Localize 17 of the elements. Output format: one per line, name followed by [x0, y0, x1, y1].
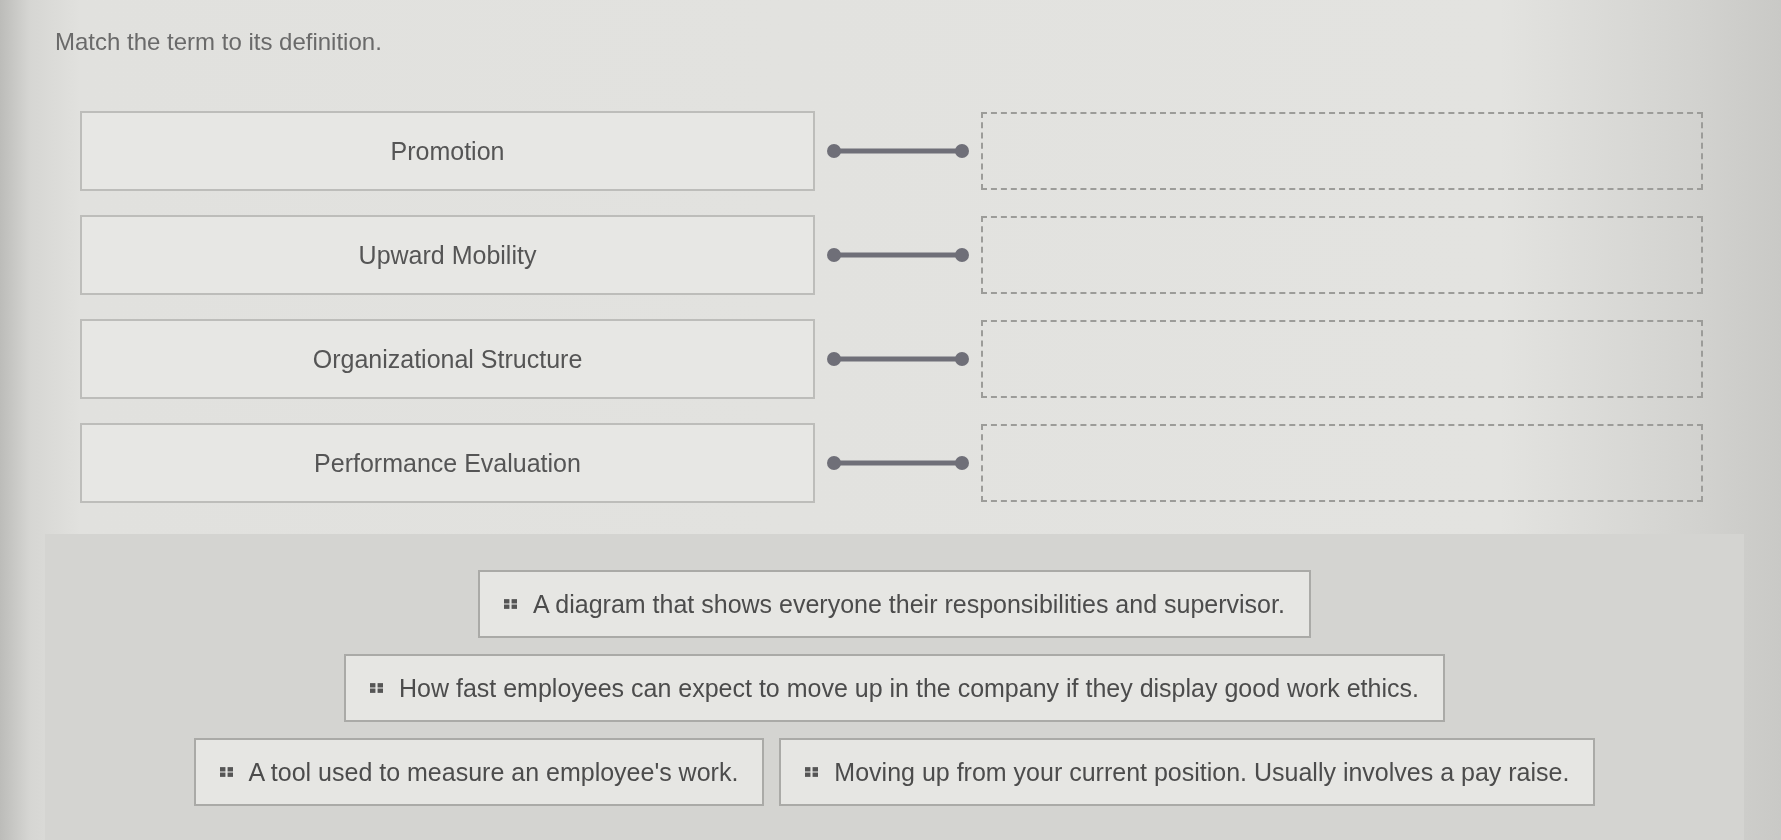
drag-handle-icon [805, 767, 819, 777]
drag-handle-icon [219, 767, 233, 777]
term-card: Performance Evaluation [80, 423, 815, 503]
drag-handle-icon [504, 599, 518, 609]
definition-chip[interactable]: A diagram that shows everyone their responsibilities and supervisor. [478, 570, 1311, 638]
drop-zone[interactable] [981, 112, 1703, 190]
drop-zone[interactable] [981, 424, 1703, 502]
drop-zone[interactable] [981, 320, 1703, 398]
drag-handle-icon [370, 683, 383, 693]
term-card: Upward Mobility [80, 215, 815, 295]
term-card: Organizational Structure [80, 319, 815, 399]
term-card: Promotion [80, 111, 815, 191]
drop-zone[interactable] [981, 216, 1703, 294]
definition-chip[interactable]: How fast employees can expect to move up in the company if they display good work ethics. [344, 654, 1445, 722]
definition-chip[interactable]: A tool used to measure an employee's work. [193, 738, 765, 806]
instruction-text: Match the term to its definition. [55, 28, 382, 56]
definition-chip[interactable]: Moving up from your current position. Usually involves a pay raise. [779, 738, 1596, 806]
